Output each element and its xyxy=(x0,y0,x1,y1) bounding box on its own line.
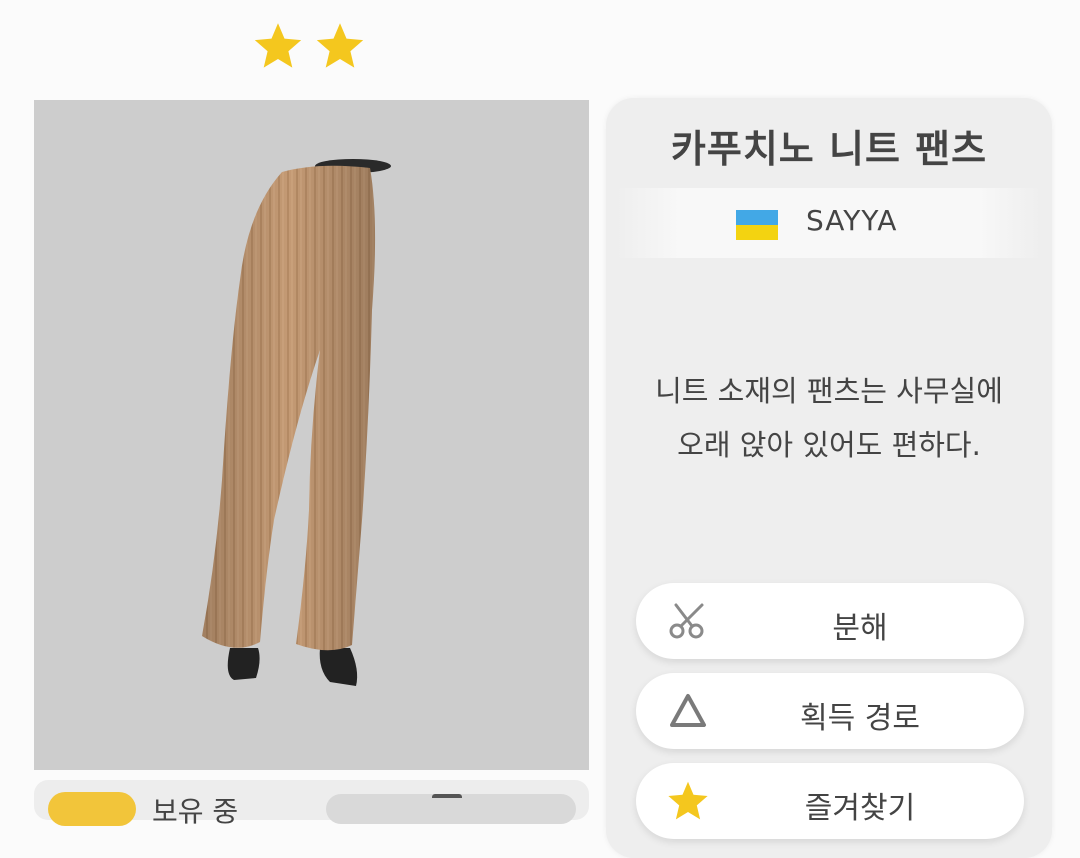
item-description: 니트 소재의 팬츠는 사무실에 오래 앉아 있어도 편하다. xyxy=(626,364,1032,472)
item-preview[interactable] xyxy=(34,100,589,770)
owned-label: 보유 중 xyxy=(152,795,239,828)
favorite-button[interactable]: 즐겨찾기 xyxy=(636,763,1024,839)
acquire-route-button[interactable]: 획득 경로 xyxy=(636,673,1024,749)
description-line: 니트 소재의 팬츠는 사무실에 xyxy=(655,374,1003,408)
rarity-stars xyxy=(252,20,366,74)
owned-count-badge xyxy=(48,792,136,826)
star-icon xyxy=(316,23,364,68)
dismantle-button[interactable]: 분해 xyxy=(636,583,1024,659)
star-icon xyxy=(254,23,302,68)
ukraine-flag-icon xyxy=(736,210,778,240)
dismantle-label: 분해 xyxy=(832,611,888,646)
favorite-label: 즐겨찾기 xyxy=(804,791,916,826)
brand-strip: SAYYA xyxy=(616,188,1042,258)
owned-bar: 보유 중 xyxy=(34,780,589,828)
description-line: 오래 앉아 있어도 편하다. xyxy=(677,428,981,462)
acquire-route-label: 획득 경로 xyxy=(800,701,920,736)
item-name: 카푸치노 니트 팬츠 xyxy=(670,127,988,171)
knit-pants-image xyxy=(202,159,391,686)
brand-name: SAYYA xyxy=(806,204,898,237)
quantity-mark xyxy=(432,794,462,804)
